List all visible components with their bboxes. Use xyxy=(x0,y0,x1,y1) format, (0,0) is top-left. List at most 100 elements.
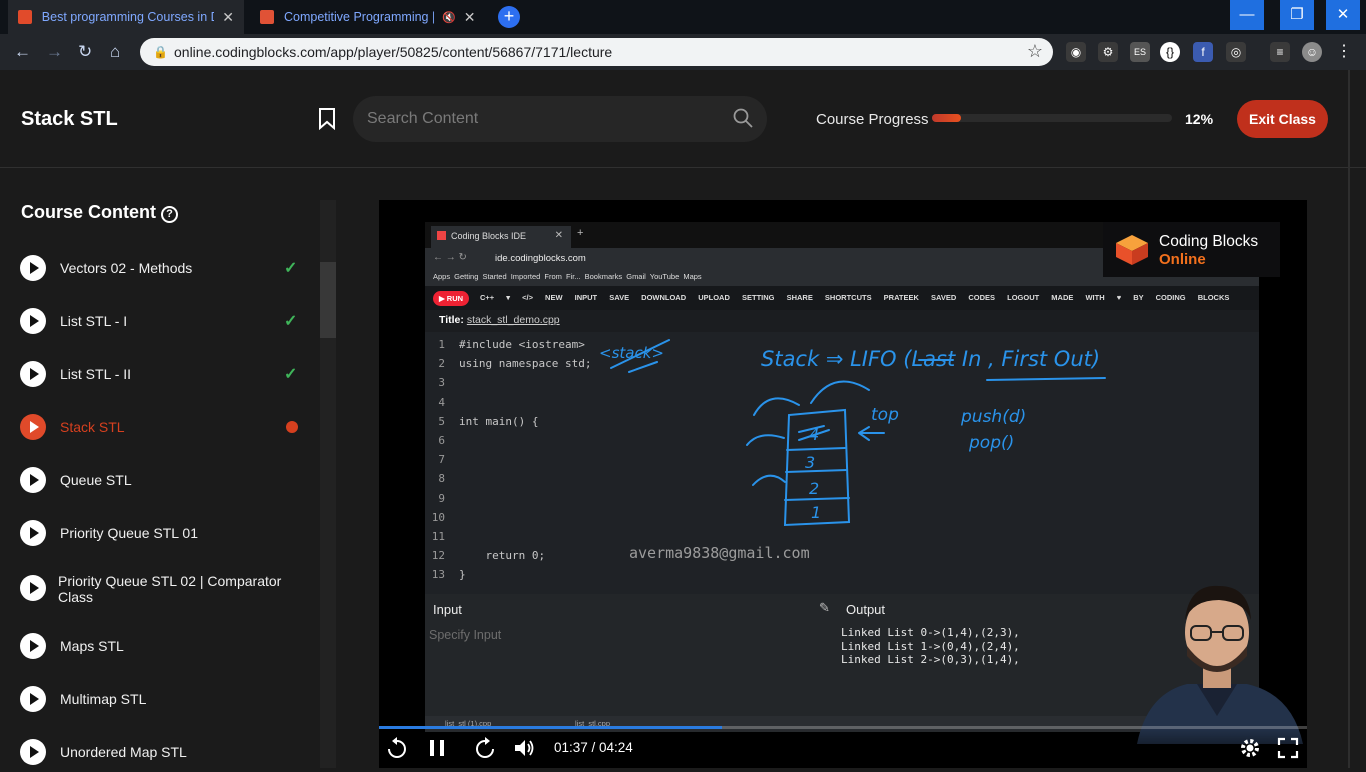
page-scrollbar[interactable] xyxy=(1348,70,1350,768)
line-number: 4 xyxy=(438,395,445,409)
lecture-title: Maps STL xyxy=(60,638,124,654)
close-window-button[interactable]: ✕ xyxy=(1326,0,1360,30)
extension-json-icon[interactable]: {} xyxy=(1160,42,1180,62)
close-tab-icon[interactable]: ✕ xyxy=(222,9,234,26)
browser-tab-courses[interactable]: Best programming Courses in De ✕ xyxy=(8,0,244,34)
nav-arrows-icon: ← → ↻ xyxy=(433,252,467,263)
sidebar-scrollbar-thumb[interactable] xyxy=(320,262,336,338)
sidebar-lecture-item[interactable]: List STL - II ✓ xyxy=(20,354,310,394)
line-number: 12 xyxy=(431,549,445,563)
play-circle-icon[interactable] xyxy=(20,361,46,387)
play-circle-icon[interactable] xyxy=(20,686,46,712)
browser-tab-competitive[interactable]: Competitive Programming | 🔇 ✕ xyxy=(250,0,486,34)
extension-playlist-icon[interactable]: ≡ xyxy=(1270,42,1290,62)
sidebar-lecture-item[interactable]: Unordered Map STL xyxy=(20,732,310,772)
codingblocks-logo: Coding Blocks Online xyxy=(1103,222,1280,277)
play-circle-icon[interactable] xyxy=(20,575,46,601)
line-number: 11 xyxy=(431,530,445,543)
home-icon[interactable]: ⌂ xyxy=(110,42,120,62)
play-circle-icon[interactable] xyxy=(20,308,46,334)
line-number: 2 xyxy=(438,357,445,371)
page-title: Stack STL xyxy=(21,108,118,130)
extension-es-icon[interactable]: ES xyxy=(1130,42,1150,62)
codingblocks-favicon-icon xyxy=(437,231,446,240)
play-circle-icon[interactable] xyxy=(20,633,46,659)
presenter-webcam xyxy=(1137,585,1303,744)
course-content-heading: Course Content? xyxy=(21,202,178,223)
in-progress-dot-icon xyxy=(286,421,298,433)
lecture-title: Multimap STL xyxy=(60,691,147,707)
tab-title: Competitive Programming | xyxy=(284,10,434,24)
bookmark-star-icon[interactable]: ☆ xyxy=(1027,41,1043,62)
forward-10-icon[interactable] xyxy=(473,736,497,760)
play-circle-icon[interactable] xyxy=(20,520,46,546)
video-time: 01:37 / 04:24 xyxy=(554,740,633,755)
search-icon[interactable] xyxy=(733,108,753,128)
sidebar-lecture-item[interactable]: Queue STL xyxy=(20,460,310,500)
lecture-title: Stack STL xyxy=(60,419,125,435)
completed-check-icon: ✓ xyxy=(284,366,298,383)
video-seek-bar[interactable] xyxy=(379,726,1307,729)
lecture-title: Priority Queue STL 02 | Comparator Class xyxy=(58,573,282,605)
line-number: 6 xyxy=(438,434,445,447)
sidebar-lecture-item[interactable]: Maps STL xyxy=(20,626,310,666)
line-number: 7 xyxy=(438,453,445,467)
play-circle-icon[interactable] xyxy=(20,255,46,281)
ide-file-title: Title: stack_stl_demo.cpp xyxy=(425,310,1259,332)
code-line: } xyxy=(459,568,466,582)
play-circle-icon[interactable] xyxy=(20,467,46,493)
line-number: 3 xyxy=(438,376,445,390)
extension-glasses-icon[interactable]: ◎ xyxy=(1226,42,1246,62)
profile-avatar[interactable]: ☺ xyxy=(1302,42,1322,62)
lecture-title: List STL - II xyxy=(60,366,132,382)
url-text: online.codingblocks.com/app/player/50825… xyxy=(174,44,613,60)
pause-icon[interactable] xyxy=(425,736,449,760)
minimize-button[interactable]: — xyxy=(1230,0,1264,30)
sidebar-lecture-item[interactable]: List STL - I ✓ xyxy=(20,301,310,341)
search-input[interactable] xyxy=(367,96,727,142)
close-tab-icon[interactable]: ✕ xyxy=(464,9,476,26)
paperclip-icon: ✎ xyxy=(819,600,830,615)
settings-gear-icon[interactable] xyxy=(1238,736,1262,760)
play-circle-icon[interactable] xyxy=(20,414,46,440)
cube-logo-icon xyxy=(1116,235,1148,265)
restore-button[interactable]: ❐ xyxy=(1280,0,1314,30)
sidebar-lecture-item[interactable]: Priority Queue STL 02 | Comparator Class xyxy=(20,568,310,608)
codingblocks-favicon-icon xyxy=(260,10,274,24)
fullscreen-icon[interactable] xyxy=(1276,736,1300,760)
rewind-10-icon[interactable] xyxy=(385,736,409,760)
play-circle-icon[interactable] xyxy=(20,739,46,765)
extension-ninja-icon[interactable]: ◉ xyxy=(1066,42,1086,62)
code-line: #include <iostream> xyxy=(459,338,585,351)
ide-run-button: ▶ RUN xyxy=(433,291,469,306)
input-placeholder: Specify Input xyxy=(429,628,502,642)
sidebar-lecture-item[interactable]: Priority Queue STL 01 xyxy=(20,513,310,553)
new-tab-button[interactable]: + xyxy=(498,6,520,28)
code-editor: averma9838@gmail.com 1 #include <iostream… xyxy=(425,332,1259,594)
extension-facebook-icon[interactable]: f xyxy=(1193,42,1213,62)
bookmark-icon[interactable] xyxy=(318,108,336,130)
lecture-title: Unordered Map STL xyxy=(60,744,187,760)
back-icon[interactable]: ← xyxy=(14,42,31,62)
lecture-title: Vectors 02 - Methods xyxy=(60,260,193,276)
volume-icon[interactable] xyxy=(512,736,536,760)
sidebar-lecture-item[interactable]: Vectors 02 - Methods ✓ xyxy=(20,248,310,288)
sidebar-lecture-item[interactable]: Stack STL xyxy=(20,407,310,447)
help-icon[interactable]: ? xyxy=(161,206,178,223)
exit-class-button[interactable]: Exit Class xyxy=(1237,100,1328,138)
ide-menu-items: C++ ▾ </> NEW INPUT SAVE DOWNLOAD UPLOAD… xyxy=(480,293,1230,302)
forward-icon[interactable]: → xyxy=(46,42,63,62)
url-input[interactable]: 🔒 online.codingblocks.com/app/player/508… xyxy=(140,38,1053,66)
search-box xyxy=(353,96,767,142)
reload-icon[interactable]: ↻ xyxy=(78,42,92,62)
line-number: 1 xyxy=(438,338,445,351)
sidebar-lecture-item[interactable]: Multimap STL xyxy=(20,679,310,719)
line-number: 13 xyxy=(431,568,445,582)
browser-tabbar: Best programming Courses in De ✕ Competi… xyxy=(0,0,1366,34)
extension-gear-icon[interactable]: ⚙ xyxy=(1098,42,1118,62)
video-player[interactable]: Coding Blocks IDE ✕ + ← → ↻ ide.codingbl… xyxy=(379,200,1307,768)
menu-kebab-icon[interactable]: ⋮ xyxy=(1334,42,1354,62)
mute-icon[interactable]: 🔇 xyxy=(442,11,456,24)
lecture-title: List STL - I xyxy=(60,313,128,329)
logo-line2: Online xyxy=(1159,251,1206,268)
